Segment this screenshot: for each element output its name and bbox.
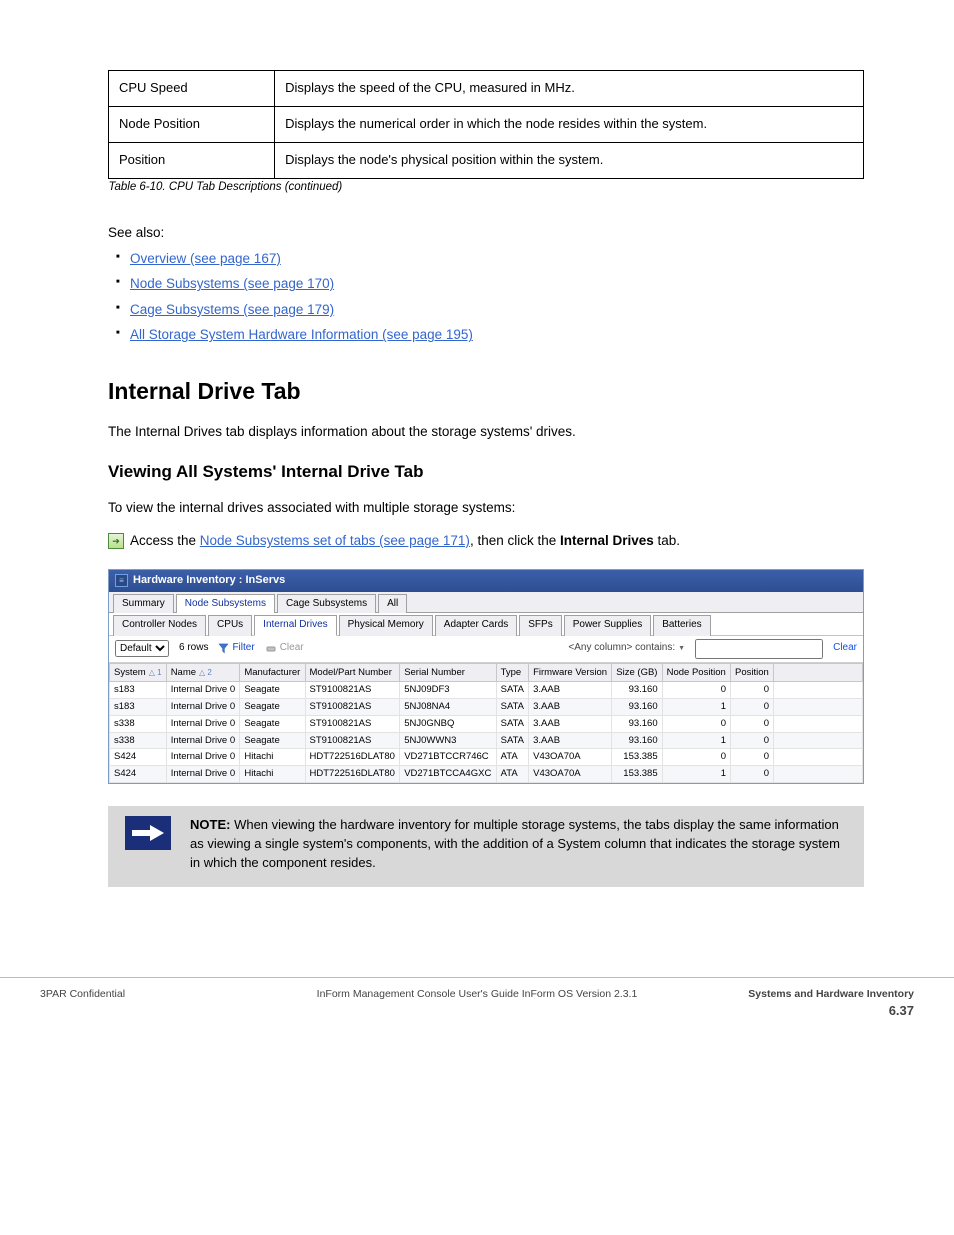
col-pos[interactable]: Position [730, 663, 773, 682]
sort-asc-icon: △ 1 [149, 668, 162, 677]
tab-summary[interactable]: Summary [113, 594, 174, 614]
table-caption: Table 6-10. CPU Tab Descriptions (contin… [109, 178, 864, 199]
col-size[interactable]: Size (GB) [612, 663, 662, 682]
step-link[interactable]: Node Subsystems set of tabs (see page 17… [200, 533, 470, 548]
row-count: 6 rows [179, 641, 208, 656]
filter-button[interactable]: Filter [218, 641, 254, 656]
tab-cpus[interactable]: CPUs [208, 615, 252, 636]
tab-sfps[interactable]: SFPs [519, 615, 561, 636]
col-manufacturer[interactable]: Manufacturer [240, 663, 305, 682]
footer-page-num: 6.37 [748, 1003, 914, 1018]
see-also-link[interactable]: Node Subsystems (see page 170) [130, 276, 334, 291]
panel-titlebar: ≡ Hardware Inventory : InServs [109, 570, 863, 592]
clear-match-link[interactable]: Clear [833, 641, 857, 656]
col-serial[interactable]: Serial Number [400, 663, 496, 682]
subsection-heading: Viewing All Systems' Internal Drive Tab [108, 460, 864, 485]
table-row[interactable]: S424Internal Drive 0HitachiHDT722516DLAT… [110, 749, 863, 766]
table-row[interactable]: s183Internal Drive 0SeagateST9100821AS5N… [110, 699, 863, 716]
action-arrow-icon: ➔ [108, 533, 124, 549]
see-also-link[interactable]: All Storage System Hardware Information … [130, 327, 473, 342]
subsection-para: To view the internal drives associated w… [108, 498, 864, 518]
col-model[interactable]: Model/Part Number [305, 663, 400, 682]
definitions-table: CPU Speed Displays the speed of the CPU,… [108, 70, 864, 199]
def-cell: Displays the numerical order in which th… [275, 106, 864, 142]
col-empty [774, 663, 863, 682]
tab-power-supplies[interactable]: Power Supplies [564, 615, 651, 636]
see-also-link[interactable]: Overview (see page 167) [130, 251, 281, 266]
sub-tab-bar: Controller Nodes CPUs Internal Drives Ph… [109, 613, 863, 636]
note-arrow-icon [125, 816, 171, 850]
footer-center: InForm Management Console User's Guide I… [0, 988, 954, 1000]
section-heading: Internal Drive Tab [108, 375, 864, 408]
col-npos[interactable]: Node Position [662, 663, 730, 682]
drives-table: System△ 1 Name△ 2 Manufacturer Model/Par… [109, 663, 863, 783]
see-also-list: Overview (see page 167) Node Subsystems … [130, 249, 864, 345]
col-fw[interactable]: Firmware Version [529, 663, 612, 682]
table-row[interactable]: s338Internal Drive 0SeagateST9100821AS5N… [110, 732, 863, 749]
tab-adapter-cards[interactable]: Adapter Cards [435, 615, 517, 636]
see-also-label: See also: [108, 223, 864, 243]
table-row[interactable]: s183Internal Drive 0SeagateST9100821AS5N… [110, 682, 863, 699]
filter-bar: Default 6 rows Filter Clear <Any column>… [109, 636, 863, 663]
sort-asc-icon: △ 2 [199, 668, 212, 677]
clear-filter-button[interactable]: Clear [265, 641, 304, 656]
note-box: NOTE: When viewing the hardware inventor… [108, 806, 864, 887]
match-column-select[interactable]: <Any column> contains: [568, 641, 685, 656]
tab-cage-subsystems[interactable]: Cage Subsystems [277, 594, 376, 614]
tab-all[interactable]: All [378, 594, 407, 614]
tab-node-subsystems[interactable]: Node Subsystems [176, 594, 275, 614]
tab-batteries[interactable]: Batteries [653, 615, 710, 636]
col-name[interactable]: Name△ 2 [166, 663, 240, 682]
col-type[interactable]: Type [496, 663, 529, 682]
step-row: ➔ Access the Node Subsystems set of tabs… [108, 531, 864, 551]
page-footer: 3PAR Confidential InForm Management Cons… [0, 977, 954, 1048]
term-cell: CPU Speed [109, 71, 275, 107]
tab-controller-nodes[interactable]: Controller Nodes [113, 615, 206, 636]
step-text: Access the Node Subsystems set of tabs (… [130, 531, 680, 551]
funnel-icon [218, 643, 229, 654]
match-input[interactable] [695, 639, 823, 659]
panel-icon: ≡ [115, 574, 128, 587]
table-row[interactable]: S424Internal Drive 0HitachiHDT722516DLAT… [110, 766, 863, 783]
def-cell: Displays the node's physical position wi… [275, 142, 864, 178]
eraser-icon [265, 644, 277, 654]
note-text: NOTE: When viewing the hardware inventor… [188, 806, 864, 887]
col-system[interactable]: System△ 1 [110, 663, 167, 682]
tab-internal-drives[interactable]: Internal Drives [254, 615, 336, 636]
term-cell: Node Position [109, 106, 275, 142]
hardware-inventory-panel: ≡ Hardware Inventory : InServs Summary N… [108, 569, 864, 784]
panel-title: Hardware Inventory : InServs [133, 573, 285, 589]
main-tab-bar: Summary Node Subsystems Cage Subsystems … [109, 592, 863, 614]
term-cell: Position [109, 142, 275, 178]
section-para: The Internal Drives tab displays informa… [108, 422, 864, 442]
see-also-link[interactable]: Cage Subsystems (see page 179) [130, 302, 334, 317]
step-bold: Internal Drives [560, 533, 654, 548]
def-cell: Displays the speed of the CPU, measured … [275, 71, 864, 107]
view-select[interactable]: Default [115, 640, 169, 657]
table-row[interactable]: s338Internal Drive 0SeagateST9100821AS5N… [110, 715, 863, 732]
tab-physical-memory[interactable]: Physical Memory [339, 615, 433, 636]
